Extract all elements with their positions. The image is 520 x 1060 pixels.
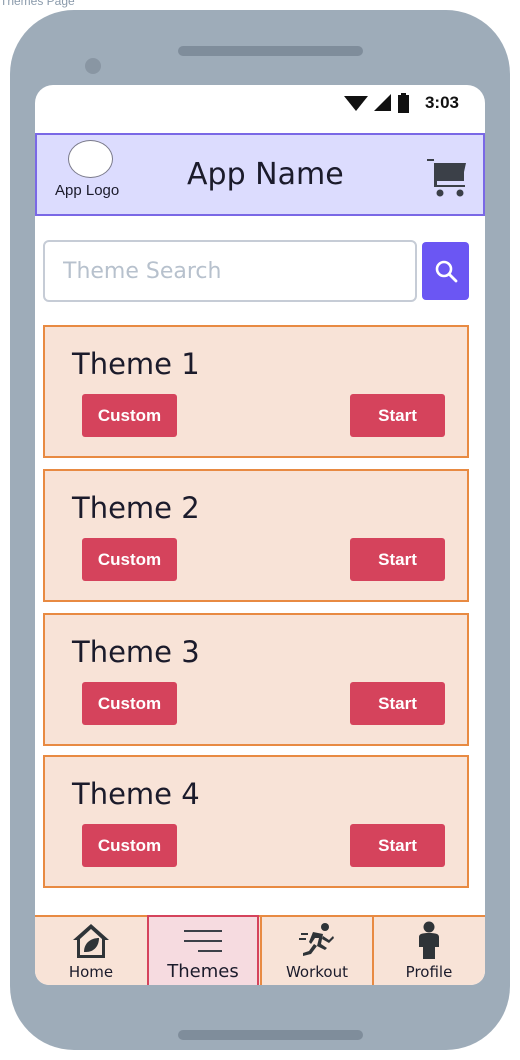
phone-speaker — [178, 46, 363, 56]
app-logo[interactable] — [68, 140, 113, 178]
nav-item-profile[interactable]: Profile — [372, 917, 484, 985]
start-button[interactable]: Start — [350, 394, 445, 437]
search-button[interactable] — [422, 242, 469, 300]
phone-screen: 3:03 App Logo App Name Theme 1 Custom St… — [35, 85, 485, 985]
search-icon — [435, 260, 457, 283]
page-label: Themes Page — [0, 0, 75, 8]
custom-button[interactable]: Custom — [82, 824, 177, 867]
menu-lines-icon — [184, 930, 222, 952]
theme-card-1: Theme 1 Custom Start — [43, 325, 469, 458]
theme-card-2: Theme 2 Custom Start — [43, 469, 469, 602]
theme-card-3: Theme 3 Custom Start — [43, 613, 469, 746]
start-button[interactable]: Start — [350, 682, 445, 725]
home-icon — [73, 924, 109, 958]
phone-home-bar — [178, 1030, 363, 1040]
nav-label-themes: Themes — [167, 961, 239, 982]
nav-label-home: Home — [68, 963, 114, 981]
nav-label-workout: Workout — [285, 963, 348, 981]
theme-title: Theme 1 — [72, 347, 200, 381]
custom-button[interactable]: Custom — [82, 682, 177, 725]
battery-icon — [397, 93, 409, 113]
person-icon — [419, 921, 439, 959]
status-time: 3:03 — [424, 93, 459, 112]
theme-title: Theme 3 — [72, 635, 200, 669]
nav-item-workout[interactable]: Workout — [260, 917, 372, 985]
custom-button[interactable]: Custom — [82, 394, 177, 437]
theme-search-input[interactable] — [43, 240, 417, 302]
cart-icon[interactable] — [427, 155, 467, 197]
theme-title: Theme 4 — [72, 777, 200, 811]
start-button[interactable]: Start — [350, 538, 445, 581]
app-header: App Logo App Name — [35, 133, 485, 216]
custom-button[interactable]: Custom — [82, 538, 177, 581]
nav-item-home[interactable]: Home — [35, 917, 147, 985]
running-person-icon — [299, 923, 334, 956]
app-logo-label: App Logo — [55, 182, 120, 199]
nav-label-profile: Profile — [405, 963, 453, 981]
app-name-title: App Name — [187, 157, 344, 192]
wifi-icon — [343, 96, 368, 111]
theme-card-4: Theme 4 Custom Start — [43, 755, 469, 888]
start-button[interactable]: Start — [350, 824, 445, 867]
bottom-nav: Home Themes Workout Profile — [35, 915, 485, 985]
nav-item-themes[interactable]: Themes — [147, 915, 259, 985]
signal-icon — [373, 94, 391, 111]
status-bar: 3:03 — [35, 85, 485, 121]
phone-camera — [85, 58, 101, 74]
theme-title: Theme 2 — [72, 491, 200, 525]
